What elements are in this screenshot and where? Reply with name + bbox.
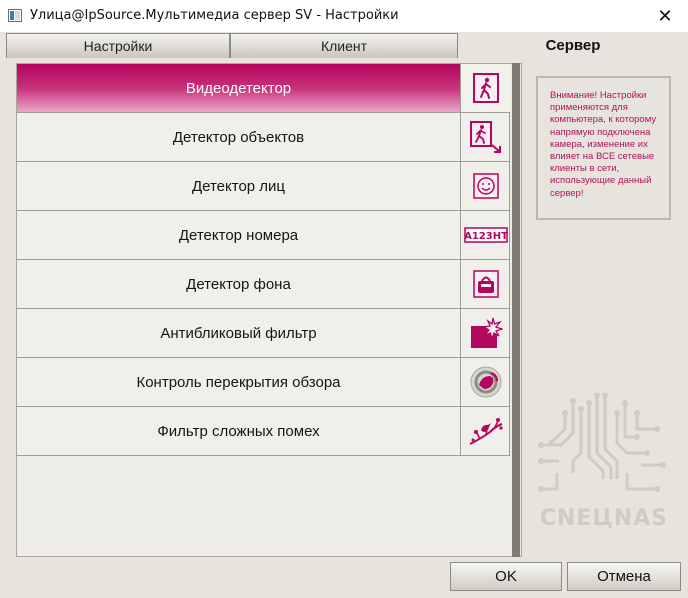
tab-bar: Настройки Клиент Сервер <box>0 32 688 58</box>
list-item-label: Детектор фона <box>186 275 291 293</box>
face-icon <box>460 162 510 210</box>
notice-text: Внимание! Настройки применяются для комп… <box>550 90 657 199</box>
view-blocked-icon <box>460 358 510 406</box>
list-item-label: Детектор лиц <box>191 177 286 195</box>
list-scrollbar[interactable] <box>512 63 520 557</box>
bag-icon <box>460 260 510 308</box>
list-item-label: Антибликовый фильтр <box>160 324 317 342</box>
svg-text:CNEЦNAS: CNEЦNAS <box>540 506 668 531</box>
list-item-label: Фильтр сложных помех <box>157 422 320 440</box>
app-icon <box>8 9 22 22</box>
ok-button[interactable]: OK <box>450 562 562 591</box>
notice-box: Внимание! Настройки применяются для комп… <box>536 76 671 220</box>
list-item-noise-filter[interactable]: Фильтр сложных помех <box>17 407 510 456</box>
list-item-label: Видеодетектор <box>185 79 292 97</box>
list-item-label: Контроль перекрытия обзора <box>136 373 341 391</box>
close-button[interactable]: ✕ <box>642 0 688 32</box>
window-title: Улица@IpSource.Мультимедиа сервер SV - Н… <box>30 8 399 23</box>
tab-settings[interactable]: Настройки <box>6 33 230 58</box>
list-item-face-detector[interactable]: Детектор лиц <box>17 162 510 211</box>
license-plate-icon: A123HT <box>460 211 510 259</box>
list-item-view-obstruction[interactable]: Контроль перекрытия обзора <box>17 358 510 407</box>
list-item-antiglare-filter[interactable]: Антибликовый фильтр <box>17 309 510 358</box>
person-object-icon <box>460 113 510 161</box>
cancel-button[interactable]: Отмена <box>567 562 681 591</box>
walking-person-icon <box>460 64 510 112</box>
title-bar: Улица@IpSource.Мультимедиа сервер SV - Н… <box>0 0 688 32</box>
list-item-videodetector[interactable]: Видеодетектор <box>17 64 510 113</box>
list-item-object-detector[interactable]: Детектор объектов <box>17 113 510 162</box>
list-item-label: Детектор объектов <box>172 128 305 146</box>
list-item-label: Детектор номера <box>178 226 299 244</box>
list-item-background-detector[interactable]: Детектор фона <box>17 260 510 309</box>
svg-text:A123HT: A123HT <box>464 231 508 242</box>
tab-client[interactable]: Клиент <box>230 33 458 58</box>
tab-server[interactable]: Сервер <box>458 33 688 58</box>
list-item-plate-detector[interactable]: Детектор номера A123HT <box>17 211 510 260</box>
logo: CNEЦNAS <box>537 392 671 533</box>
glare-filter-icon <box>460 309 510 357</box>
bird-branch-icon <box>460 407 510 455</box>
